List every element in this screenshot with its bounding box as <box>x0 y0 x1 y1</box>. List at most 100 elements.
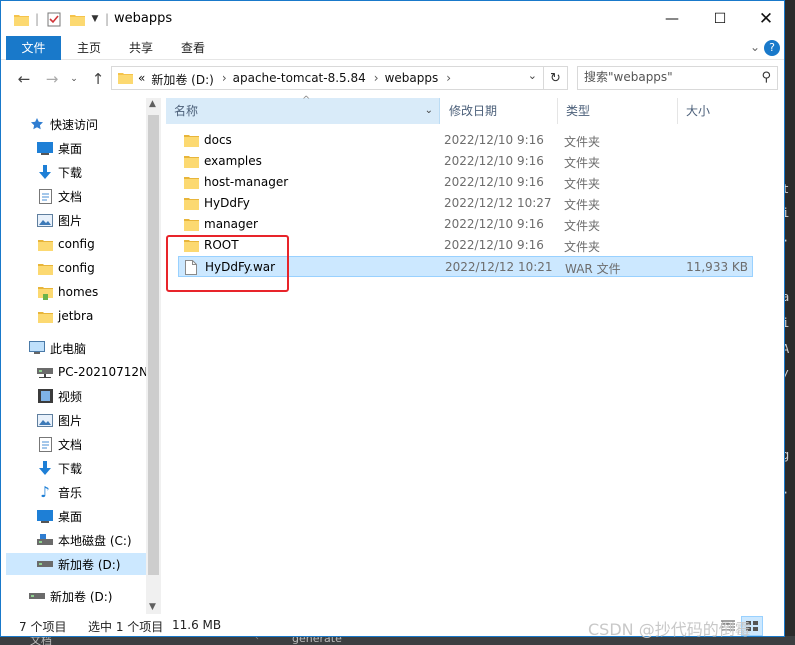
folder-icon <box>184 175 199 192</box>
file-type: 文件夹 <box>564 177 601 191</box>
maximize-button[interactable]: ☐ <box>697 1 743 36</box>
nav-label: homes <box>58 285 99 299</box>
nav-label: 本地磁盘 (C:) <box>58 533 132 548</box>
breadcrumb-tomcat[interactable]: apache-tomcat-8.5.84 <box>233 71 366 88</box>
customize-toolbar-icon[interactable]: ▼ <box>88 10 102 28</box>
column-header-name[interactable]: ^ 名称 ⌄ <box>166 95 440 124</box>
help-icon[interactable]: ? <box>764 40 780 56</box>
nav-label: 图片 <box>58 213 83 228</box>
desktop-icon <box>37 508 53 524</box>
expand-ribbon-icon[interactable]: ⌄ <box>750 40 760 54</box>
recent-locations-button[interactable]: ⌄ <box>67 68 81 90</box>
nav-label: config <box>58 261 95 275</box>
nav-label: jetbra <box>58 309 94 323</box>
explorer-window: | ▼ | webapps — ☐ ✕ 文件 主页 共享 查看 ⌄ ? ← → … <box>0 0 785 637</box>
file-name: HyDdFy <box>204 196 250 210</box>
file-type: 文件夹 <box>564 219 601 233</box>
back-button[interactable]: ← <box>13 68 35 90</box>
chevron-right-icon[interactable]: › <box>446 71 451 88</box>
background-generate-label: generate <box>292 636 342 645</box>
tab-view[interactable]: 查看 <box>171 36 215 60</box>
document-icon <box>37 436 53 452</box>
nav-label: 下载 <box>58 165 83 180</box>
highlight-annotation <box>166 235 289 292</box>
file-date: 2022/12/12 10:27 <box>444 196 552 210</box>
column-header-type[interactable]: 类型 <box>558 98 678 124</box>
file-row[interactable]: manager 2022/12/10 9:16 文件夹 <box>178 214 753 235</box>
nav-label: 文档 <box>58 189 83 204</box>
file-row[interactable]: HyDdFy 2022/12/12 10:27 文件夹 <box>178 193 753 214</box>
search-icon[interactable]: ⚲ <box>761 70 771 85</box>
nav-label: config <box>58 237 95 251</box>
drive-icon <box>37 556 53 572</box>
drive-icon <box>29 588 45 604</box>
nav-label: 视频 <box>58 389 83 404</box>
sort-ascending-icon: ^ <box>302 95 311 106</box>
separator: | <box>34 12 40 26</box>
file-name: docs <box>204 133 232 147</box>
desktop-icon <box>37 140 53 156</box>
navigation-bar: ← → ⌄ ↑ « 新加卷 (D:) › apache-tomcat-8.5.8… <box>1 60 784 98</box>
column-filter-icon[interactable]: ⌄ <box>425 98 433 124</box>
file-date: 2022/12/10 9:16 <box>444 217 544 231</box>
video-icon <box>37 388 53 404</box>
file-type: WAR 文件 <box>565 262 621 276</box>
file-row[interactable]: examples 2022/12/10 9:16 文件夹 <box>178 151 753 172</box>
file-row[interactable]: docs 2022/12/10 9:16 文件夹 <box>178 130 753 151</box>
navigation-pane: 快速访问 桌面 📌 下载 📌 文档 📌 图片 📌 config c <box>1 98 177 614</box>
column-header-size[interactable]: 大小 <box>678 98 768 124</box>
file-size: 11,933 KB <box>686 260 748 274</box>
scroll-down-icon[interactable]: ▼ <box>149 602 156 612</box>
minimize-button[interactable]: — <box>649 1 695 36</box>
pictures-icon <box>37 212 53 228</box>
file-list: ^ 名称 ⌄ 修改日期 类型 大小 docs 2022/12/10 9:16 文… <box>164 95 784 614</box>
file-type: 文件夹 <box>564 240 601 254</box>
search-input[interactable] <box>584 70 744 84</box>
tab-file[interactable]: 文件 <box>6 36 61 60</box>
file-date: 2022/12/12 10:21 <box>445 260 553 274</box>
network-drive-icon <box>37 364 53 380</box>
watermark: CSDN @抄代码的倒霉 <box>588 620 751 639</box>
column-header-date[interactable]: 修改日期 <box>441 98 558 124</box>
address-dropdown-icon[interactable]: ⌄ <box>528 69 537 82</box>
music-icon: ♪ <box>40 483 50 501</box>
scroll-up-icon[interactable]: ▲ <box>149 99 156 109</box>
folder-icon <box>37 236 53 252</box>
nav-label: 桌面 <box>58 509 83 524</box>
nav-pc-drive-d[interactable]: 新加卷 (D:) <box>6 553 146 575</box>
properties-icon[interactable] <box>46 10 62 28</box>
close-button[interactable]: ✕ <box>743 1 784 36</box>
breadcrumb-webapps[interactable]: webapps <box>385 71 439 88</box>
status-selected: 选中 1 个项目 <box>88 620 164 634</box>
nav-label: 此电脑 <box>50 341 87 356</box>
folder-icon <box>184 217 199 234</box>
breadcrumb-drive[interactable]: 新加卷 (D:) <box>151 71 213 88</box>
star-icon <box>29 116 45 132</box>
tab-home[interactable]: 主页 <box>67 36 111 60</box>
nav-label: 新加卷 (D:) <box>50 589 113 604</box>
file-row[interactable]: host-manager 2022/12/10 9:16 文件夹 <box>178 172 753 193</box>
pictures-icon <box>37 412 53 428</box>
nav-label: 新加卷 (D:) <box>58 557 121 572</box>
breadcrumb: « 新加卷 (D:) › apache-tomcat-8.5.84 › weba… <box>138 71 457 88</box>
folder-icon <box>37 308 53 324</box>
up-button[interactable]: ↑ <box>87 68 109 90</box>
nav-label: 音乐 <box>58 485 83 500</box>
new-folder-icon[interactable] <box>69 10 85 28</box>
scrollbar-thumb[interactable] <box>148 115 159 575</box>
nav-label: PC-20210712N <box>58 365 148 379</box>
nav-label: 快速访问 <box>50 117 99 132</box>
chevron-right-icon[interactable]: › <box>222 71 227 88</box>
refresh-button[interactable]: ↻ <box>543 67 567 89</box>
tab-share[interactable]: 共享 <box>119 36 163 60</box>
forward-button[interactable]: → <box>41 68 63 90</box>
download-icon <box>37 164 53 180</box>
chevron-right-icon[interactable]: › <box>374 71 379 88</box>
file-name: manager <box>204 217 258 231</box>
breadcrumb-overflow[interactable]: « <box>138 71 145 88</box>
nav-scrollbar[interactable]: ▲ ▼ <box>146 98 161 614</box>
drive-icon <box>37 532 53 548</box>
separator: | <box>104 12 110 26</box>
address-bar[interactable]: « 新加卷 (D:) › apache-tomcat-8.5.84 › weba… <box>111 66 568 90</box>
computer-icon <box>29 340 45 356</box>
